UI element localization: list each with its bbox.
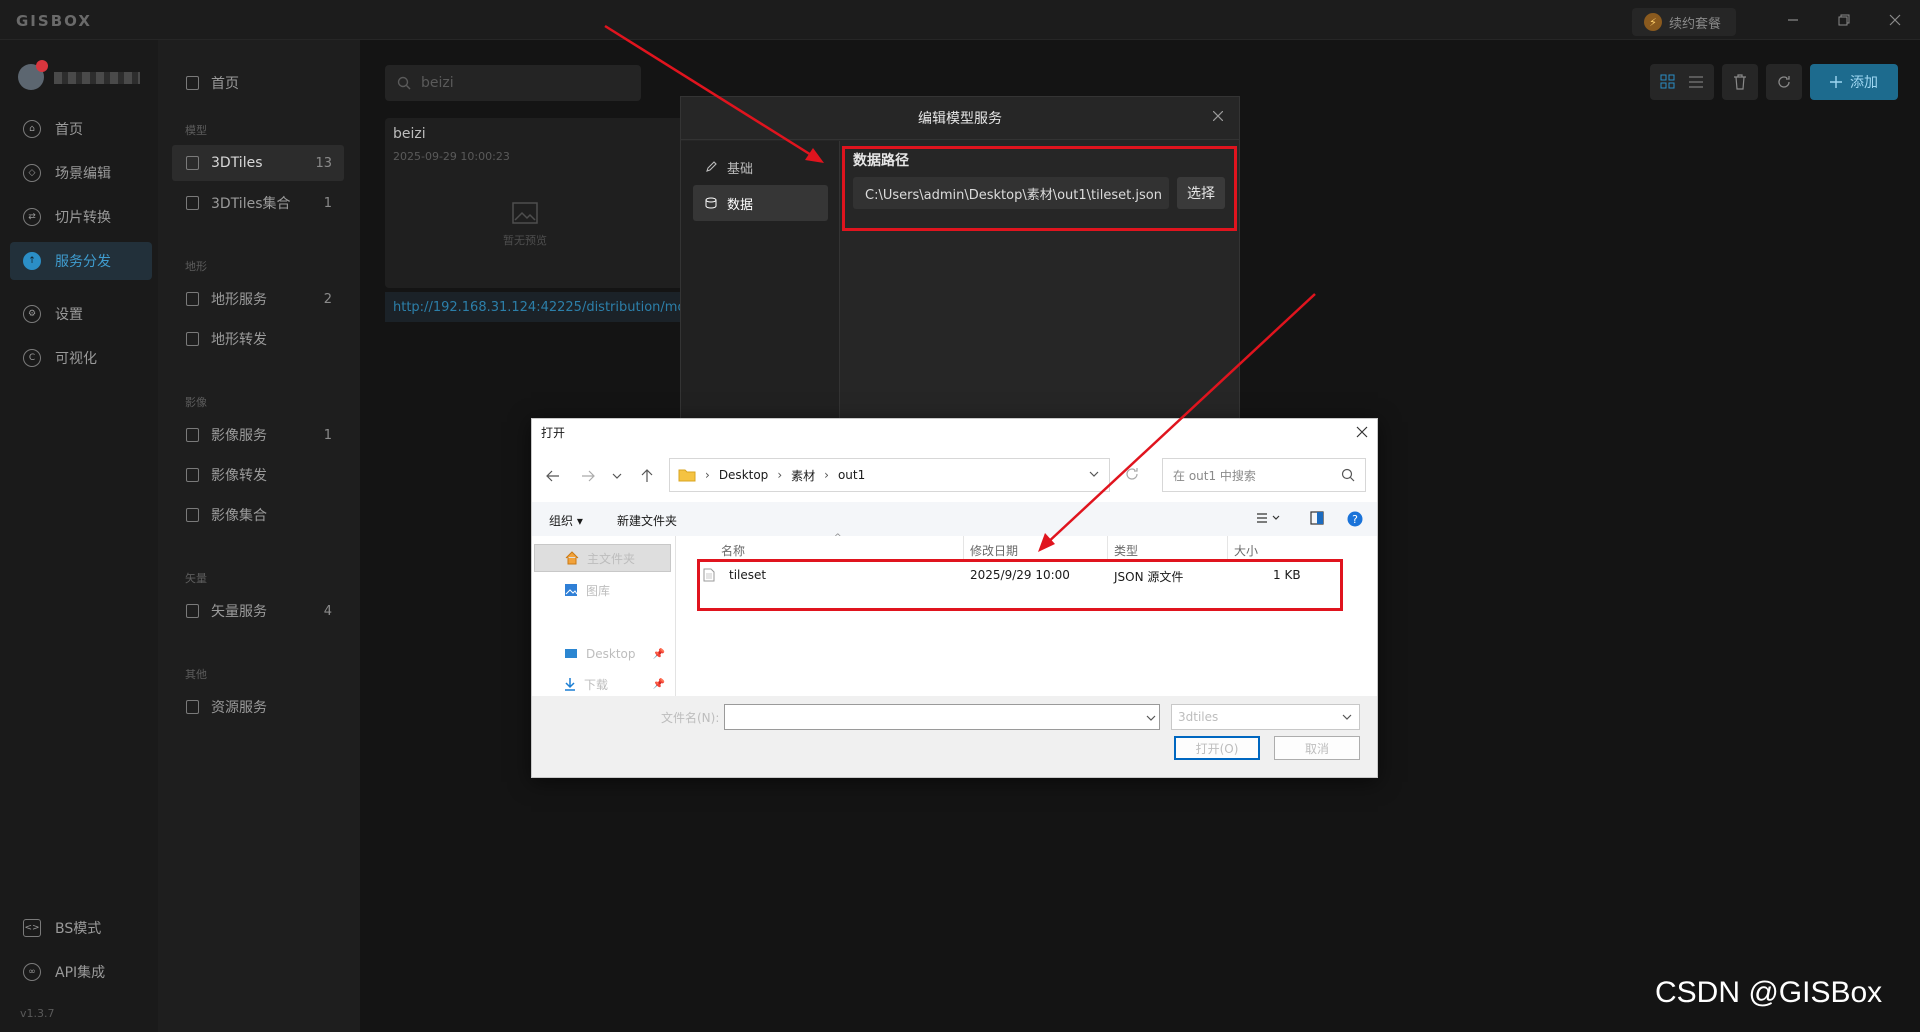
watermark: CSDN @GISBox: [1655, 976, 1883, 1009]
arrowhead: [805, 148, 824, 163]
annotation-arrows: [604, 24, 1316, 552]
arrowhead: [1038, 533, 1055, 552]
arrow-to-file-row: [1044, 293, 1316, 546]
arrow-to-path-field: [604, 24, 817, 160]
